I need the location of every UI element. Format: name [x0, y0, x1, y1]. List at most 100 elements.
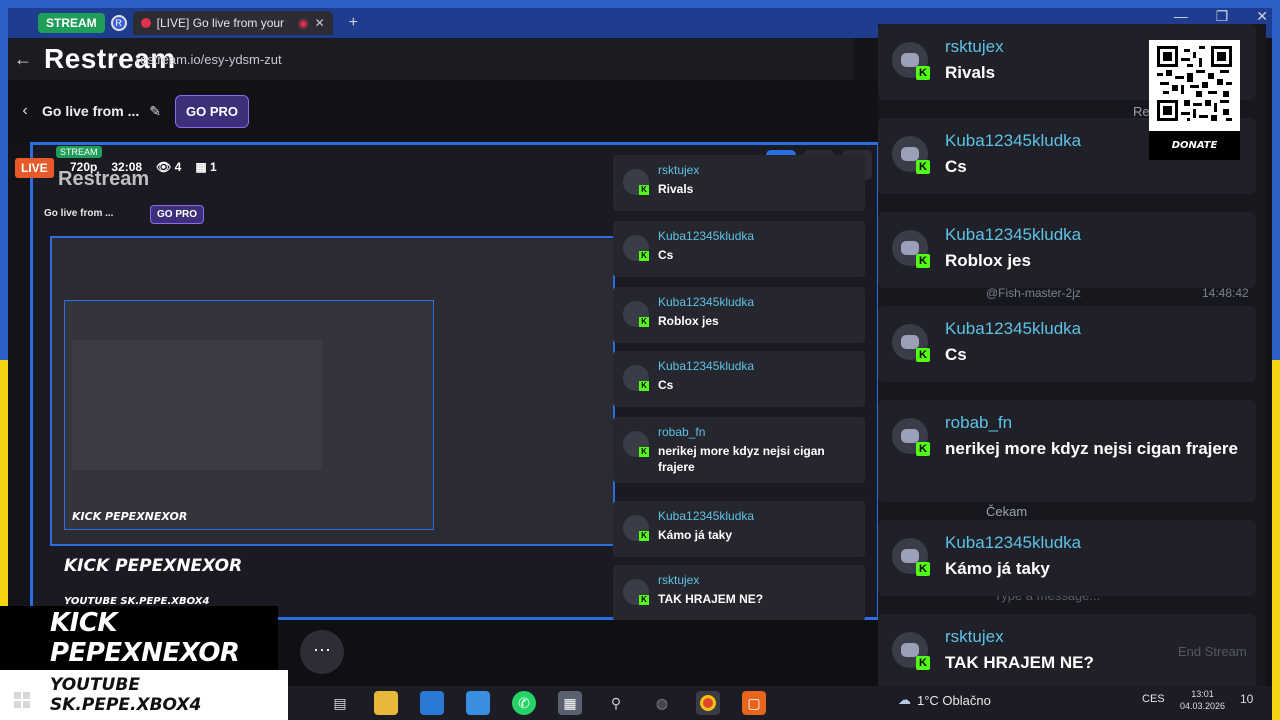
eye-icon: 👁 — [156, 160, 172, 174]
sources-icon: ▦ — [195, 160, 207, 174]
tab-group-restream[interactable]: R — [110, 15, 127, 31]
resolution-label: 720p — [70, 160, 98, 174]
preview-chat-message: K Kuba12345kludka Roblox jes — [613, 287, 865, 343]
avatar-face — [901, 549, 919, 563]
ghost-reply: Re — [1133, 104, 1150, 119]
chat-text: Roblox jes — [945, 251, 1031, 270]
nested-tab-group: STREAM — [56, 146, 102, 158]
kick-icon: K — [639, 531, 649, 541]
nested-kick-label-2: KICK PEPEXNEXOR — [72, 510, 188, 523]
go-pro-button[interactable]: GO PRO — [174, 94, 249, 128]
store-icon[interactable] — [420, 691, 444, 715]
windows-logo-pane — [14, 692, 21, 699]
back-arrow-icon[interactable]: ← — [10, 49, 36, 70]
restore-icon[interactable]: ❐ — [1216, 8, 1229, 25]
preview-chat-text: Rivals — [658, 182, 694, 196]
preview-chat-user: robab_fn — [658, 425, 706, 439]
whatsapp-icon[interactable]: ✆ — [512, 691, 536, 715]
chrome-icon[interactable] — [696, 691, 720, 715]
clock-date: 04.03.2026 — [1180, 701, 1226, 711]
chat-text: Cs — [945, 345, 967, 364]
kick-icon: K — [916, 656, 930, 670]
tab-audio-icon: ◉ — [298, 16, 309, 30]
edit-pencil-icon[interactable]: ✎ — [149, 103, 161, 120]
avatar-face — [901, 241, 919, 255]
kick-icon: K — [639, 185, 649, 195]
weather-widget[interactable]: ☁ 1°C Oblačno — [898, 692, 991, 708]
tab-title: [LIVE] Go live from your — [156, 16, 285, 30]
close-window-icon[interactable]: ✕ — [1256, 8, 1268, 25]
kick-icon: K — [639, 381, 649, 391]
preview-chat-text: Kámo já taky — [658, 528, 733, 542]
chat-message[interactable]: K Kuba12345kludka Kámo já taky — [878, 520, 1256, 596]
notification-badge[interactable]: 10 — [1240, 692, 1253, 706]
chat-username: rsktujex — [945, 37, 1004, 56]
chat-username: Kuba12345kludka — [945, 533, 1082, 552]
preview-chat-text: TAK HRAJEM NE? — [658, 592, 764, 606]
sources-value: 1 — [210, 160, 217, 174]
minimize-icon[interactable]: — — [1174, 8, 1188, 25]
chrome-logo — [700, 695, 716, 711]
chevron-left-icon[interactable]: ‹ — [8, 102, 42, 120]
stream-stats: 720p 32:08 👁 4 ▦ 1 — [70, 160, 217, 174]
preview-chat-text: Cs — [658, 248, 674, 262]
chat-username: Kuba12345kludka — [945, 131, 1082, 150]
preview-chat-message: K Kuba12345kludka Cs — [613, 351, 865, 407]
url-field[interactable]: restream.io/esy-ydsm-zut — [136, 52, 282, 67]
ghost-cekam: Čekam — [986, 504, 1028, 519]
nested-preview-3 — [72, 340, 322, 470]
windows-logo-pane — [23, 701, 30, 708]
address-bar-row: ← Restream restream.io/esy-ydsm-zut — [8, 38, 854, 80]
viewers-value: 4 — [174, 160, 182, 174]
new-tab-button[interactable]: + — [349, 14, 358, 32]
calculator-icon[interactable]: ▦ — [558, 691, 582, 715]
preview-chat-message: K Kuba12345kludka Kámo já taky — [613, 501, 865, 557]
task-view-icon[interactable]: ▤ — [328, 691, 352, 715]
clock-time: 13:01 — [1191, 689, 1214, 699]
language-indicator[interactable]: CES — [1142, 693, 1165, 705]
end-stream-button[interactable]: End Stream — [1178, 644, 1247, 659]
preview-chat-message: K rsktujex Rivals — [613, 155, 865, 211]
file-explorer-icon[interactable] — [374, 691, 398, 715]
qr-code-icon — [1157, 46, 1232, 121]
kick-icon: K — [639, 251, 649, 261]
avatar-face — [901, 643, 919, 657]
donate-label: DONATE — [1149, 131, 1240, 160]
preview-chat-user: Kuba12345kludka — [658, 509, 755, 523]
window-app-icon[interactable] — [466, 691, 490, 715]
weather-text: 1°C Oblačno — [917, 692, 991, 708]
youtube-channel-label: YOUTUBE SK.PEPE.XBOX4 — [50, 675, 202, 715]
kick-icon: K — [916, 562, 930, 576]
preview-chat-text: Roblox jes — [658, 314, 719, 328]
preview-chat-user: Kuba12345kludka — [658, 295, 755, 309]
kick-icon: K — [916, 254, 930, 268]
chat-text: Kámo já taky — [945, 559, 1050, 578]
preview-chat-text: nerikej more kdyz nejsi cigan frajere — [658, 444, 825, 474]
kick-icon: K — [639, 595, 649, 605]
browser-tab[interactable]: [LIVE] Go live from your ◉ ✕ — [132, 11, 333, 35]
close-tab-icon[interactable]: ✕ — [315, 16, 325, 30]
kick-icon: K — [916, 160, 930, 174]
nested-kick-label: KICK PEPEXNEXOR — [64, 556, 243, 576]
chat-message[interactable]: K Kuba12345kludka Roblox jes — [878, 212, 1256, 288]
chat-username: Kuba12345kludka — [945, 319, 1082, 338]
restream-taskbar-icon[interactable]: ▢ — [742, 691, 766, 715]
preview-chat-message: K rsktujex TAK HRAJEM NE? — [613, 565, 865, 621]
app-icon[interactable]: ◍ — [650, 691, 674, 715]
youtube-overlay: YOUTUBE SK.PEPE.XBOX4 — [0, 670, 288, 720]
chat-message[interactable]: K robab_fn nerikej more kdyz nejsi cigan… — [878, 400, 1256, 502]
controller-icon[interactable]: ⚲ — [604, 691, 628, 715]
tab-group-stream[interactable]: STREAM — [38, 13, 105, 33]
preview-chat-user: rsktujex — [658, 163, 700, 177]
kick-channel-label: KICK PEPEXNEXOR — [50, 608, 240, 668]
windows-start-icon[interactable] — [14, 692, 30, 708]
windows-logo-pane — [23, 692, 30, 699]
chat-message[interactable]: K Kuba12345kludka Cs — [878, 306, 1256, 382]
ghost-time: 14:48:42 — [1202, 286, 1249, 300]
more-controls-button[interactable]: ⋯ — [300, 630, 344, 674]
preview-chat-user: Kuba12345kludka — [658, 229, 755, 243]
clock[interactable]: 13:01 04.03.2026 — [1180, 688, 1225, 712]
kick-overlay: KICK PEPEXNEXOR — [0, 606, 278, 670]
live-badge: LIVE — [15, 158, 54, 178]
chat-username: robab_fn — [945, 413, 1013, 432]
